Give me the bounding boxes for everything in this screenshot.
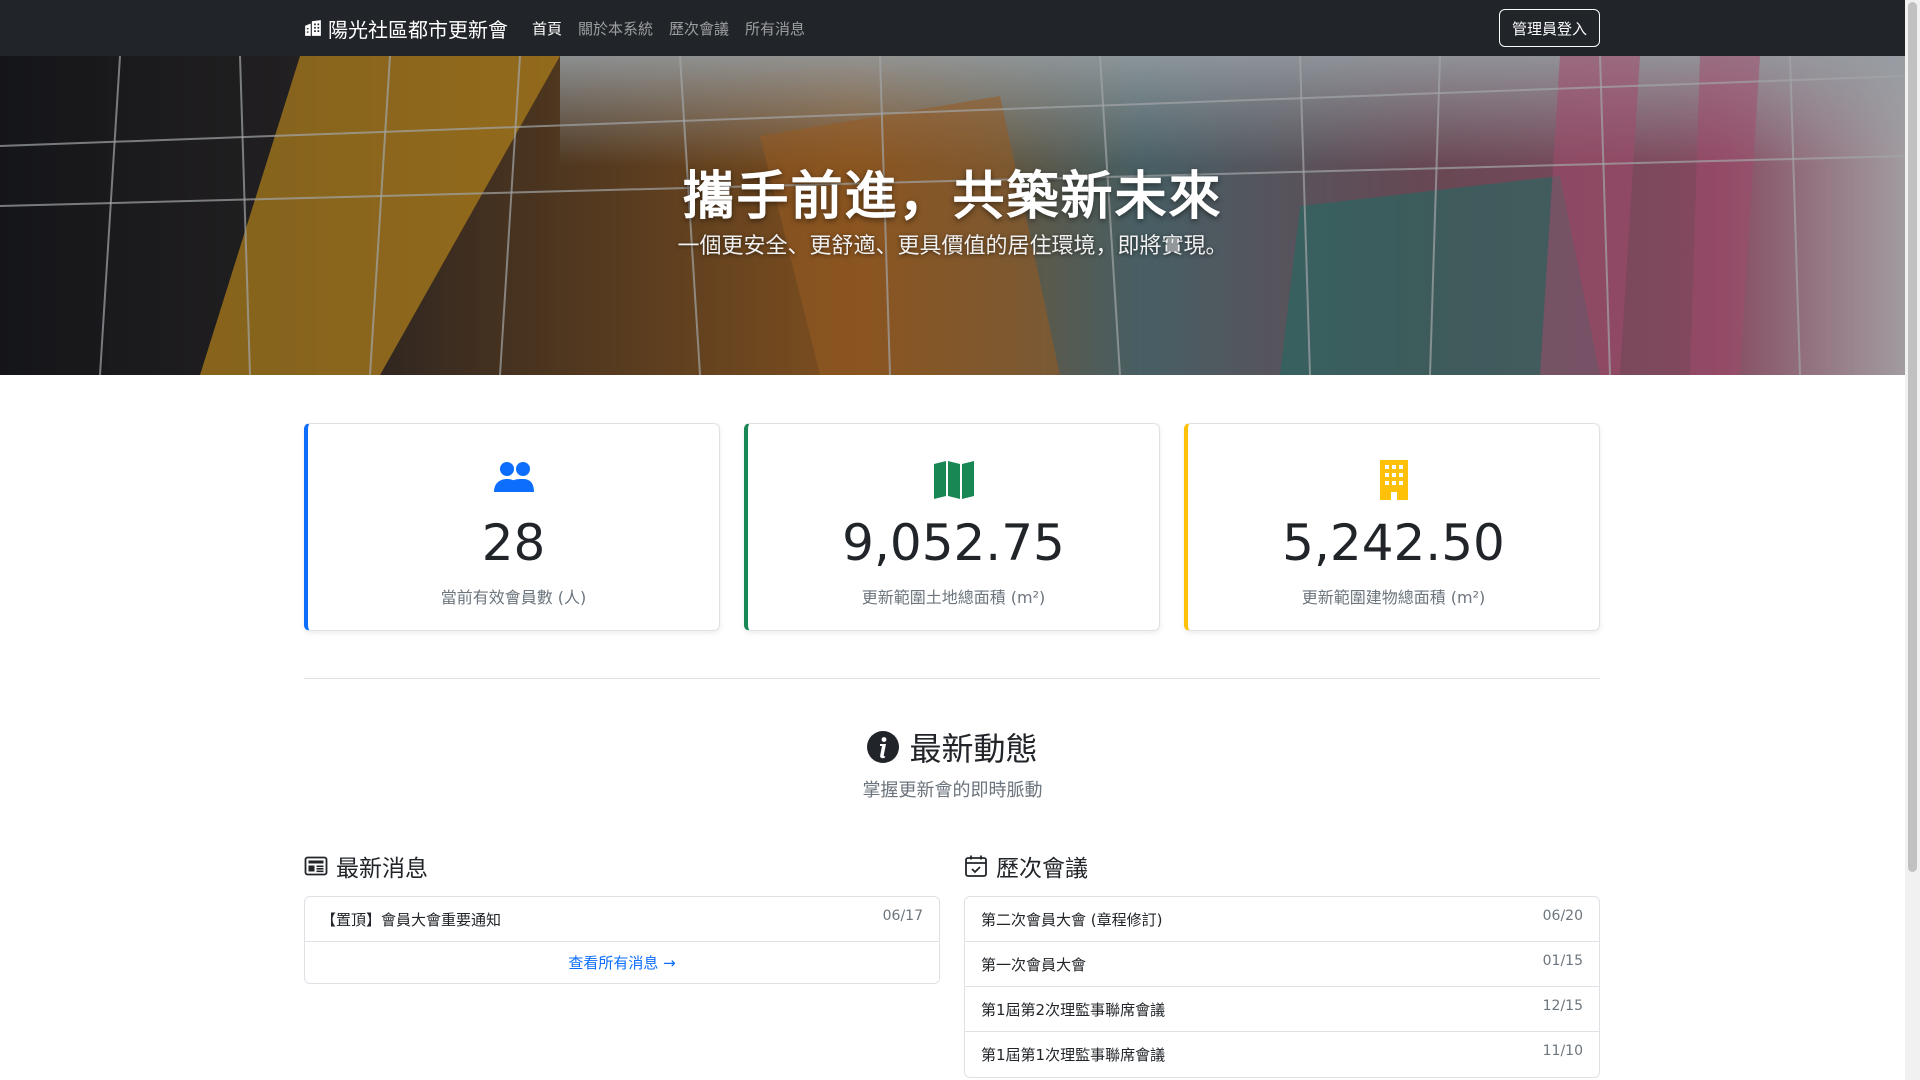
meeting-item-date: 06/20 xyxy=(1542,908,1583,924)
meeting-item-date: 12/15 xyxy=(1542,998,1583,1014)
hero-title: 攜手前進，共築新未來 xyxy=(682,167,1223,227)
news-item-title: 【置頂】會員大會重要通知 xyxy=(321,910,502,929)
calendar-check-icon xyxy=(965,855,987,877)
view-all-news-link[interactable]: 查看所有消息 → xyxy=(305,942,939,983)
brand[interactable]: 陽光社區都市更新會 xyxy=(304,14,508,43)
stat-label-land-area: 更新範圍土地總面積 (m²) xyxy=(861,588,1046,607)
news-heading-text: 最新消息 xyxy=(336,856,428,882)
stat-icon-wrapper xyxy=(308,460,719,500)
meeting-item-title: 第1屆第1次理監事聯席會議 xyxy=(981,1046,1166,1064)
navbar: 陽光社區都市更新會 首頁 關於本系統 歷次會議 所有消息 管理員登入 xyxy=(0,0,1905,56)
stat-card-building-area: 5,242.50 更新範圍建物總面積 (m²) xyxy=(1184,423,1600,631)
meetings-heading: 歷次會議 xyxy=(964,850,1600,882)
nav-home[interactable]: 首頁 xyxy=(532,18,562,39)
meeting-item[interactable]: 第1屆第2次理監事聯席會議 12/15 xyxy=(965,987,1599,1032)
building-icon xyxy=(1379,460,1408,500)
meeting-item[interactable]: 第一次會員大會 01/15 xyxy=(965,942,1599,987)
stat-value-land-area: 9,052.75 xyxy=(842,514,1065,572)
stat-value-members: 28 xyxy=(481,514,546,572)
nav-links: 首頁 關於本系統 歷次會議 所有消息 xyxy=(532,18,821,39)
brand-name: 陽光社區都市更新會 xyxy=(328,17,508,42)
section-title: 最新動態 xyxy=(0,724,1905,770)
meeting-item[interactable]: 第二次會員大會 (章程修訂) 06/20 xyxy=(965,897,1599,942)
stat-card-members: 28 當前有效會員數 (人) xyxy=(304,423,720,631)
stats-row: 28 當前有效會員數 (人) 9,052.75 更新範圍土地總面積 (m²) 5… xyxy=(304,423,1600,631)
hero-subtitle: 一個更安全、更舒適、更具價值的居住環境，即將實現。 xyxy=(677,234,1228,259)
navbar-inner: 陽光社區都市更新會 首頁 關於本系統 歷次會議 所有消息 管理員登入 xyxy=(304,0,1600,56)
meetings-heading-text: 歷次會議 xyxy=(996,856,1088,882)
meetings-column: 歷次會議 第二次會員大會 (章程修訂) 06/20 第一次會員大會 01/15 … xyxy=(964,850,1600,1078)
news-column: 最新消息 【置頂】會員大會重要通知 06/17 查看所有消息 → xyxy=(304,850,940,984)
news-item-date: 06/17 xyxy=(882,908,923,924)
nav-meetings[interactable]: 歷次會議 xyxy=(669,18,729,39)
stat-label-members: 當前有效會員數 (人) xyxy=(440,588,587,607)
nav-news[interactable]: 所有消息 xyxy=(745,18,805,39)
stat-value-building-area: 5,242.50 xyxy=(1282,514,1505,572)
stat-card-land-area: 9,052.75 更新範圍土地總面積 (m²) xyxy=(744,423,1160,631)
news-item[interactable]: 【置頂】會員大會重要通知 06/17 xyxy=(305,897,939,942)
admin-login-button[interactable]: 管理員登入 xyxy=(1498,9,1600,47)
meeting-item-title: 第二次會員大會 (章程修訂) xyxy=(981,910,1163,929)
news-heading: 最新消息 xyxy=(304,850,940,882)
info-circle-icon xyxy=(867,731,900,763)
nav-about[interactable]: 關於本系統 xyxy=(578,18,653,39)
section-subtitle: 掌握更新會的即時脈動 xyxy=(862,780,1043,801)
meeting-item-title: 第一次會員大會 xyxy=(981,955,1087,974)
meeting-item-date: 11/10 xyxy=(1542,1043,1583,1059)
scrollbar-thumb[interactable] xyxy=(1908,2,1917,872)
meetings-list: 第二次會員大會 (章程修訂) 06/20 第一次會員大會 01/15 第1屆第2… xyxy=(964,896,1600,1078)
section-divider xyxy=(304,678,1600,679)
stat-icon-wrapper xyxy=(748,460,1159,500)
newspaper-icon xyxy=(304,856,328,876)
stat-label-building-area: 更新範圍建物總面積 (m²) xyxy=(1301,588,1486,607)
people-icon xyxy=(493,462,534,492)
meeting-item[interactable]: 第1屆第1次理監事聯席會議 11/10 xyxy=(965,1032,1599,1077)
news-list: 【置頂】會員大會重要通知 06/17 查看所有消息 → xyxy=(304,896,940,984)
meeting-item-title: 第1屆第2次理監事聯席會議 xyxy=(981,1000,1166,1019)
stat-icon-wrapper xyxy=(1188,460,1599,500)
map-icon xyxy=(933,461,974,499)
meeting-item-date: 01/15 xyxy=(1542,953,1583,969)
building-icon xyxy=(305,20,321,36)
hero-banner: 攜手前進，共築新未來 一個更安全、更舒適、更具價值的居住環境，即將實現。 xyxy=(0,56,1905,375)
section-title-text: 最新動態 xyxy=(909,730,1038,768)
page-scrollbar[interactable] xyxy=(1905,0,1920,1080)
